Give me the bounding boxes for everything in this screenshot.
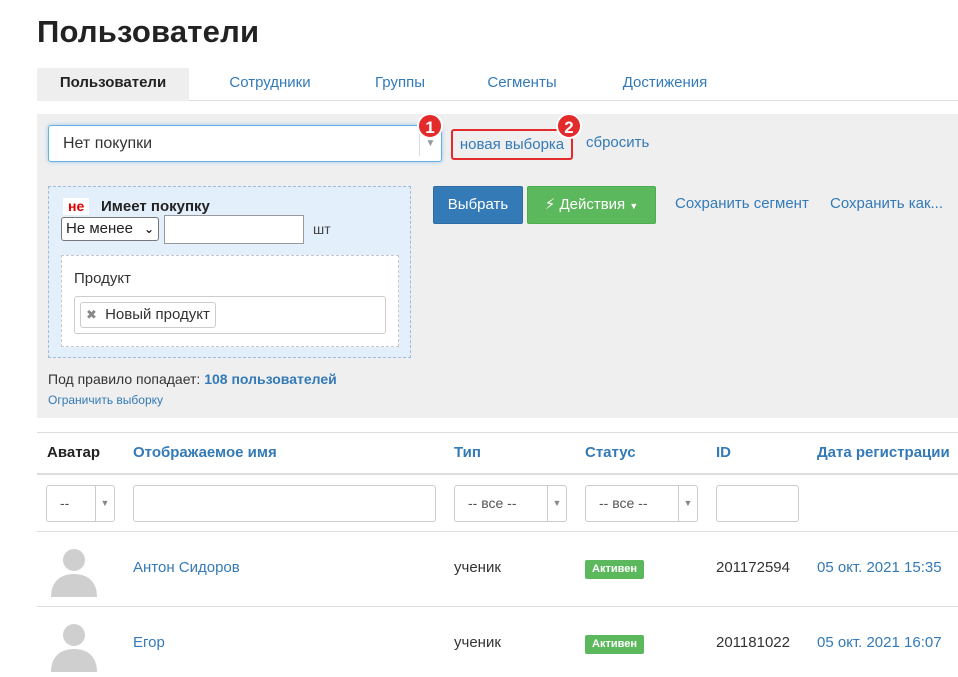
product-box: Продукт ✖ Новый продукт — [61, 255, 399, 347]
triangle-down-icon: ▼ — [547, 486, 566, 521]
table-row: Антон Сидоров ученик Активен 201172594 0… — [37, 532, 958, 607]
id-filter-input[interactable] — [716, 485, 799, 522]
tab-users[interactable]: Пользователи — [37, 68, 189, 101]
header-name[interactable]: Отображаемое имя — [133, 444, 277, 461]
reset-link[interactable]: сбросить — [586, 134, 649, 151]
status-filter-select[interactable]: -- все -- ▼ — [585, 485, 698, 522]
tab-groups[interactable]: Группы — [357, 68, 443, 101]
header-id[interactable]: ID — [716, 444, 731, 461]
status-badge: Активен — [585, 635, 644, 654]
condition-select-value: Не менее — [66, 220, 133, 237]
chevron-down-icon: ⌄ — [143, 222, 154, 236]
unit-label: шт — [313, 221, 331, 237]
product-tag-label: Новый продукт — [105, 306, 210, 323]
user-name-link[interactable]: Егор — [133, 634, 165, 651]
rule-select-value: Нет покупки — [63, 135, 153, 152]
type-filter-value: -- все -- — [468, 495, 517, 511]
user-type: ученик — [454, 559, 501, 576]
rule-box: не Имеет покупку Не менее ⌄ шт Продукт ✖… — [48, 186, 411, 358]
rule-summary: Под правило попадает: 108 пользователей — [48, 371, 337, 387]
table-header: Аватар Отображаемое имя Тип Статус ID Да… — [37, 432, 958, 475]
select-button[interactable]: Выбрать — [433, 186, 523, 224]
avatar-filter-value: -- — [60, 495, 70, 511]
header-type[interactable]: Тип — [454, 444, 481, 461]
quantity-input[interactable] — [164, 215, 304, 244]
user-silhouette-icon — [51, 549, 97, 597]
tab-staff[interactable]: Сотрудники — [209, 68, 331, 101]
header-avatar: Аватар — [47, 444, 101, 461]
actions-button-label: Действия — [559, 196, 626, 213]
lightning-icon: ⚡︎ — [544, 196, 556, 213]
header-status[interactable]: Статус — [585, 444, 636, 461]
save-segment-link[interactable]: Сохранить сегмент — [675, 195, 809, 212]
save-as-link[interactable]: Сохранить как... — [830, 195, 943, 212]
user-id: 201181022 — [716, 634, 790, 651]
avatar-filter-select[interactable]: -- ▼ — [46, 485, 115, 522]
tab-achievements[interactable]: Достижения — [609, 68, 721, 101]
page-title: Пользователи — [37, 14, 260, 49]
actions-button[interactable]: ⚡︎ Действия ▼ — [527, 186, 656, 224]
close-icon[interactable]: ✖ — [86, 307, 97, 322]
negation-toggle[interactable]: не — [63, 198, 90, 215]
user-type: ученик — [454, 634, 501, 651]
rule-select[interactable]: Нет покупки ▼ — [48, 125, 442, 162]
rule-summary-prefix: Под правило попадает: — [48, 371, 201, 387]
type-filter-select[interactable]: -- все -- ▼ — [454, 485, 567, 522]
triangle-down-icon: ▼ — [95, 486, 114, 521]
status-badge: Активен — [585, 560, 644, 579]
user-id: 201172594 — [716, 559, 790, 576]
filter-panel: Нет покупки ▼ новая выборка сбросить 1 2… — [37, 113, 958, 418]
user-silhouette-icon — [51, 624, 97, 672]
table-row: Егор ученик Активен 201181022 05 окт. 20… — [37, 607, 958, 677]
caret-down-icon: ▼ — [629, 201, 639, 211]
matched-users-link[interactable]: 108 пользователей — [204, 371, 337, 387]
header-reg-date[interactable]: Дата регистрации — [817, 444, 950, 461]
product-label: Продукт — [74, 270, 131, 287]
annotation-badge-1: 1 — [417, 113, 443, 139]
limit-selection-link[interactable]: Ограничить выборку — [48, 393, 163, 407]
user-reg-date[interactable]: 05 окт. 2021 16:07 — [817, 634, 942, 651]
new-selection-link[interactable]: новая выборка — [451, 129, 573, 160]
product-tag: ✖ Новый продукт — [80, 302, 216, 328]
status-filter-value: -- все -- — [599, 495, 648, 511]
product-field[interactable]: ✖ Новый продукт — [74, 296, 386, 334]
table-filter-row: -- ▼ -- все -- ▼ -- все -- ▼ — [37, 475, 958, 532]
condition-select[interactable]: Не менее ⌄ — [61, 217, 159, 241]
triangle-down-icon: ▼ — [678, 486, 697, 521]
tab-bar: Пользователи Сотрудники Группы Сегменты … — [37, 68, 958, 101]
user-name-link[interactable]: Антон Сидоров — [133, 559, 240, 576]
tab-segments[interactable]: Сегменты — [472, 68, 572, 101]
annotation-badge-2: 2 — [556, 113, 582, 139]
rule-name: Имеет покупку — [101, 198, 210, 215]
name-filter-input[interactable] — [133, 485, 436, 522]
user-reg-date[interactable]: 05 окт. 2021 15:35 — [817, 559, 942, 576]
